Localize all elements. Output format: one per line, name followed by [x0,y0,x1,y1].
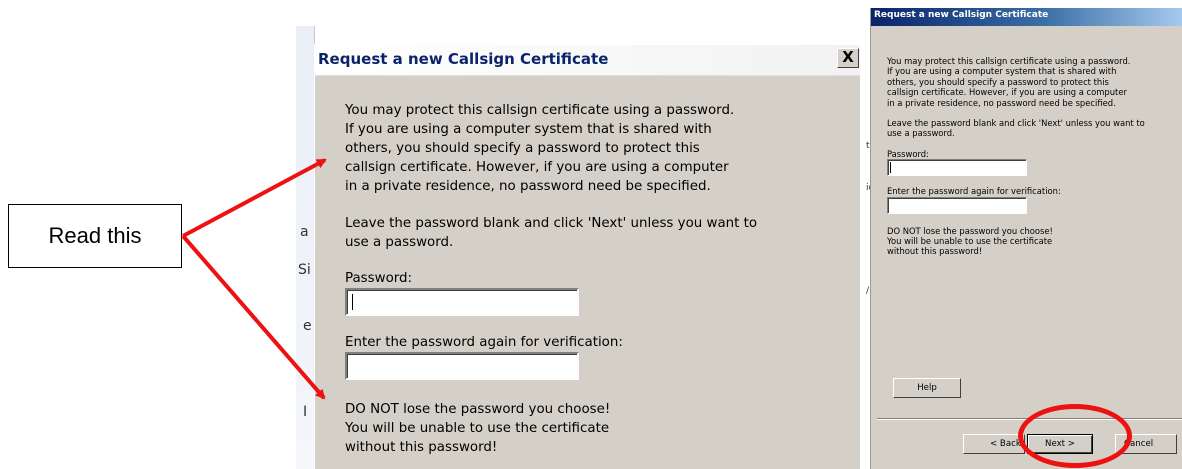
dialog-titlebar: Request a new Callsign Certificate [871,8,1182,26]
intro-line: callsign certificate. However, if you ar… [887,87,1127,98]
certificate-password-dialog-small: Request a new Callsign Certificate You m… [870,8,1182,469]
intro-line: You may protect this callsign certificat… [345,103,735,118]
warning-line: DO NOT lose the password you choose! [345,402,611,417]
intro-line: If you are using a computer system that … [887,66,1117,77]
read-this-callout: Read this [8,204,182,268]
help-label: Help [917,383,937,393]
password-input[interactable] [345,288,579,316]
background-text-fragment: I [303,404,308,420]
intro-line: in a private residence, no password need… [887,97,1116,108]
close-button[interactable]: X [837,48,859,68]
background-text-fragment: e [303,318,312,334]
blank-line: use a password. [887,128,955,139]
password-label: Password: [887,148,929,159]
warning-paragraph: DO NOT lose the password you choose! You… [887,226,1177,257]
text-cursor [352,294,353,310]
dialog-body: You may protect this callsign certificat… [887,56,1177,257]
original-dialog-screenshot: ic t / Request a new Callsign Certificat… [866,8,1182,469]
password-input[interactable] [887,159,1027,177]
next-button-highlight-ring [1018,404,1132,468]
blank-line: use a password. [345,235,454,250]
callout-text: Read this [48,223,142,248]
warning-line: You will be unable to use the certificat… [887,236,1053,247]
close-icon: X [842,48,854,66]
dialog-title: Request a new Callsign Certificate [874,10,1049,20]
leave-blank-paragraph: Leave the password blank and click 'Next… [345,214,845,252]
intro-line: If you are using a computer system that … [345,122,712,137]
text-cursor [890,162,891,174]
back-label: < Back [990,439,1021,449]
intro-paragraph: You may protect this callsign certificat… [345,101,845,196]
verify-password-input[interactable] [345,352,579,380]
background-window-strip: Si a e I [296,26,315,469]
back-button[interactable]: < Back [963,434,1025,454]
verify-password-input[interactable] [887,196,1027,214]
background-text-fragment: / [866,286,870,296]
intro-line: others, you should specify a password to… [345,141,700,156]
zoomed-dialog-screenshot: Si a e I Request a new Callsign Certific… [296,26,860,469]
help-button[interactable]: Help [893,378,961,398]
intro-line: You may protect this callsign certificat… [887,56,1131,66]
warning-line: DO NOT lose the password you choose! [887,225,1053,236]
warning-line: without this password! [345,440,498,455]
warning-line: You will be unable to use the certificat… [345,421,610,436]
intro-paragraph: You may protect this callsign certificat… [887,56,1177,108]
background-text-fragment: a [300,224,309,240]
warning-paragraph: DO NOT lose the password you choose! You… [345,400,845,457]
certificate-password-dialog: Request a new Callsign Certificate X You… [314,44,860,469]
dialog-title: Request a new Callsign Certificate [318,50,609,68]
leave-blank-paragraph: Leave the password blank and click 'Next… [887,118,1177,139]
verify-password-label: Enter the password again for verificatio… [345,335,623,350]
warning-line: without this password! [887,246,983,257]
dialog-titlebar: Request a new Callsign Certificate X [315,45,860,76]
background-text-fragment: t [866,141,870,151]
blank-line: Leave the password blank and click 'Next… [887,118,1145,129]
background-text-fragment: Si [298,262,311,278]
verify-password-label: Enter the password again for verificatio… [887,186,1061,197]
password-label: Password: [345,271,413,286]
dialog-body: You may protect this callsign certificat… [345,101,845,457]
intro-line: in a private residence, no password need… [345,179,711,194]
intro-line: others, you should specify a password to… [887,76,1109,87]
blank-line: Leave the password blank and click 'Next… [345,216,758,231]
intro-line: callsign certificate. However, if you ar… [345,160,729,175]
